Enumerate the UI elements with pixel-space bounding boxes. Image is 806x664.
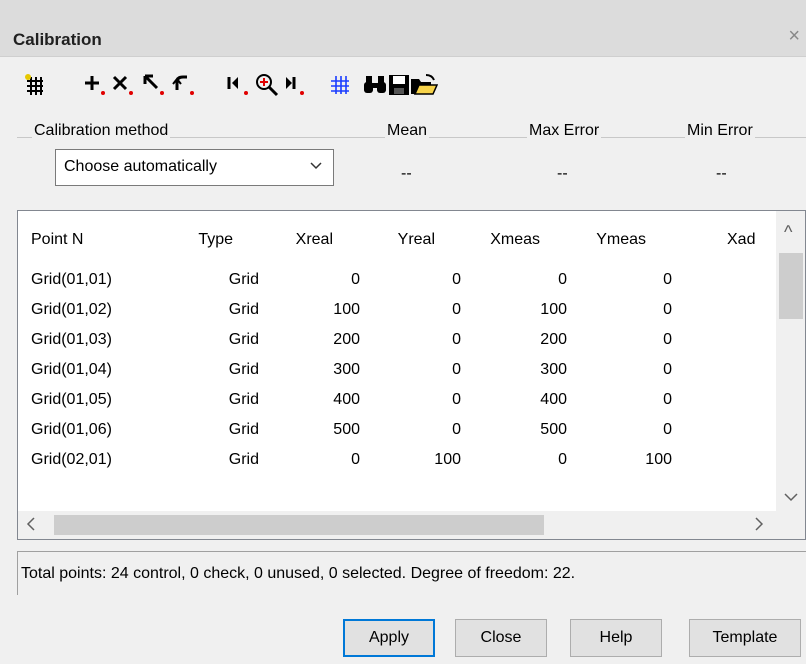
cell-point: Grid(01,05) [31,391,112,408]
column-header[interactable]: Point N [31,231,83,249]
scroll-down-icon[interactable] [784,487,798,505]
table-row[interactable]: Grid(01,02) Grid 100 0 100 0 [18,297,778,327]
horizontal-scrollbar[interactable] [18,511,805,539]
points-table[interactable]: Point N Type Xreal Yreal Xmeas Ymeas Xad… [17,210,806,540]
cell-type: Grid [228,421,259,438]
table-row[interactable]: Grid(01,03) Grid 200 0 200 0 [18,327,778,357]
column-header[interactable]: Xad [727,231,755,249]
cell-point: Grid(01,02) [31,301,112,318]
cell-yreal: 0 [452,331,461,348]
table-row[interactable]: Grid(01,04) Grid 300 0 300 0 [18,357,778,387]
cell-type: Grid [228,331,259,348]
cell-yreal: 100 [434,451,461,468]
column-header[interactable]: Xreal [296,231,333,249]
vertical-scrollbar[interactable]: ^ [776,211,805,511]
title-bar: Calibration × [0,0,806,57]
column-header[interactable]: Xmeas [490,231,540,249]
cell-xmeas: 200 [540,331,567,348]
table-row[interactable]: Grid(01,06) Grid 500 0 500 0 [18,417,778,447]
select-arrow-icon[interactable] [139,70,169,100]
cell-ymeas: 100 [645,451,672,468]
cell-xmeas: 400 [540,391,567,408]
status-bar: Total points: 24 control, 0 check, 0 unu… [17,551,806,595]
cell-yreal: 0 [452,361,461,378]
toolbar [0,66,806,106]
cell-ymeas: 0 [663,331,672,348]
grid-new-icon[interactable] [20,70,50,100]
calibration-method-value: Choose automatically [64,158,217,175]
chevron-down-icon [309,159,323,178]
close-icon[interactable]: × [788,26,800,46]
close-button[interactable]: Close [455,619,547,657]
window-title: Calibration [13,30,102,49]
table-header: Point N Type Xreal Yreal Xmeas Ymeas Xad [18,211,778,267]
calibration-method-select[interactable]: Choose automatically [55,149,334,186]
cell-type: Grid [228,361,259,378]
column-header[interactable]: Yreal [398,231,435,249]
max-error-label: Max Error [527,122,602,140]
cell-type: Grid [228,391,259,408]
cell-xreal: 0 [351,271,360,288]
cell-type: Grid [228,451,259,468]
template-button[interactable]: Template [689,619,801,657]
undo-icon[interactable] [169,70,199,100]
table-row[interactable]: Grid(01,01) Grid 0 0 0 0 [18,267,778,297]
vertical-scroll-thumb[interactable] [779,253,803,319]
status-text: Total points: 24 control, 0 check, 0 unu… [21,565,576,582]
cell-yreal: 0 [452,391,461,408]
cell-yreal: 0 [452,271,461,288]
cell-type: Grid [228,271,259,288]
zoom-point-icon[interactable] [252,70,282,100]
cell-xmeas: 100 [540,301,567,318]
cell-ymeas: 0 [663,391,672,408]
cell-point: Grid(01,03) [31,331,112,348]
mean-value: -- [401,165,412,182]
cell-xreal: 500 [333,421,360,438]
calibration-method-label: Calibration method [32,122,171,140]
delete-point-icon[interactable] [108,70,138,100]
cell-ymeas: 0 [663,421,672,438]
last-point-icon[interactable] [279,70,309,100]
cell-point: Grid(01,04) [31,361,112,378]
cell-xmeas: 0 [558,271,567,288]
first-point-icon[interactable] [223,70,253,100]
column-header[interactable]: Type [198,231,233,249]
apply-button[interactable]: Apply [343,619,435,657]
max-error-value: -- [557,165,568,182]
cell-point: Grid(01,01) [31,271,112,288]
cell-ymeas: 0 [663,271,672,288]
cell-yreal: 0 [452,301,461,318]
open-folder-icon[interactable] [409,70,439,100]
cell-xreal: 0 [351,451,360,468]
cell-xmeas: 300 [540,361,567,378]
add-point-icon[interactable] [80,70,110,100]
scroll-up-icon[interactable]: ^ [784,223,792,241]
horizontal-scroll-thumb[interactable] [54,515,544,535]
cell-yreal: 0 [452,421,461,438]
cell-xreal: 100 [333,301,360,318]
help-button[interactable]: Help [570,619,662,657]
cell-ymeas: 0 [663,361,672,378]
mean-label: Mean [385,122,430,140]
cell-xmeas: 500 [540,421,567,438]
cell-xmeas: 0 [558,451,567,468]
min-error-value: -- [716,165,727,182]
table-row[interactable]: Grid(01,05) Grid 400 0 400 0 [18,387,778,417]
cell-ymeas: 0 [663,301,672,318]
cell-xreal: 400 [333,391,360,408]
cell-point: Grid(02,01) [31,451,112,468]
cell-xreal: 300 [333,361,360,378]
cell-point: Grid(01,06) [31,421,112,438]
column-header[interactable]: Ymeas [596,231,646,249]
table-row[interactable]: Grid(02,01) Grid 0 100 0 100 [18,447,778,477]
scroll-left-icon[interactable] [26,516,36,534]
grid-overlay-icon[interactable] [325,70,355,100]
cell-type: Grid [228,301,259,318]
min-error-label: Min Error [685,122,755,140]
cell-xreal: 200 [333,331,360,348]
scroll-right-icon[interactable] [754,516,764,534]
